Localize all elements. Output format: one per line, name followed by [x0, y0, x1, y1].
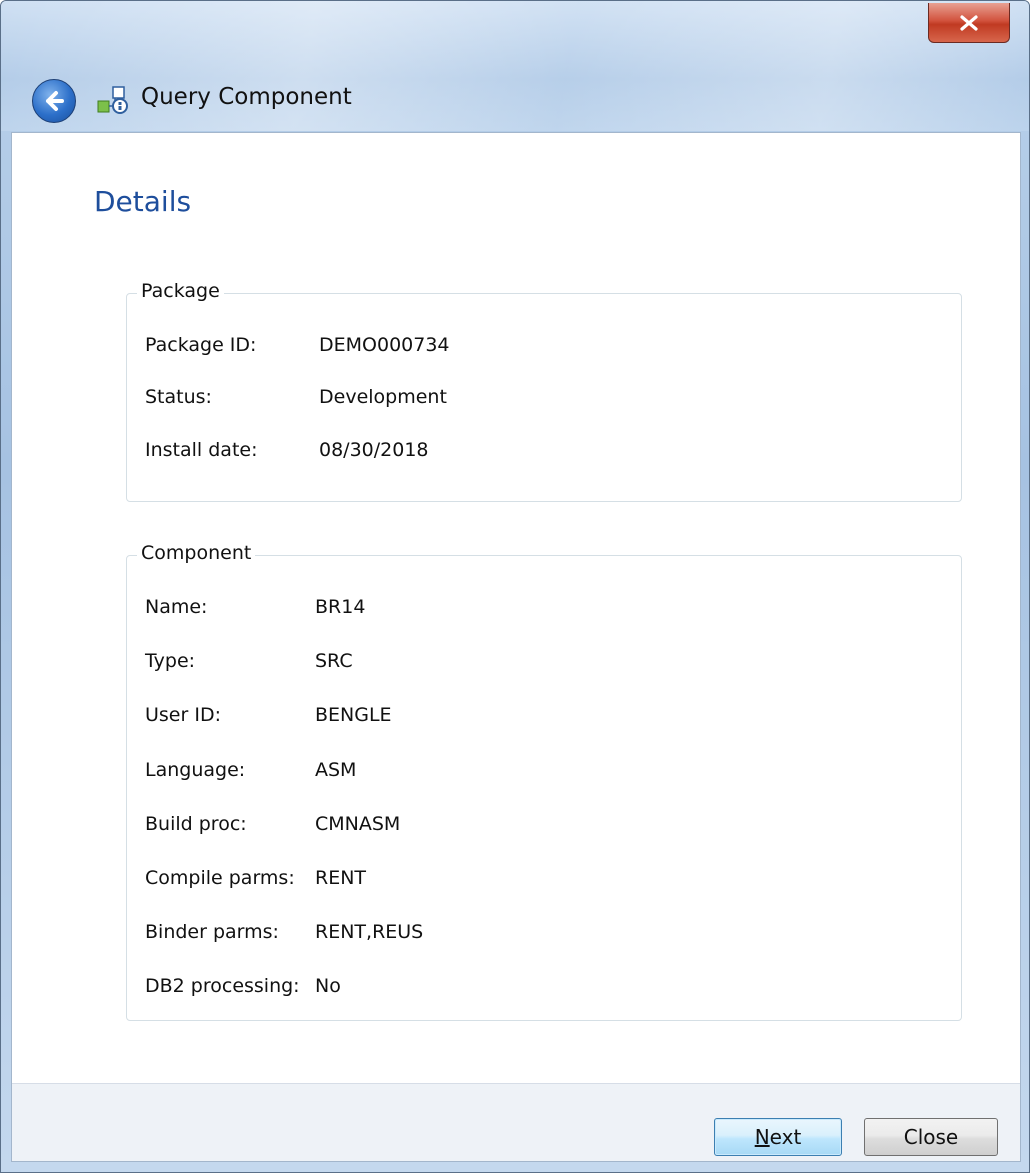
field-value: BR14 [315, 596, 366, 618]
field-value: RENT [315, 867, 367, 889]
back-button[interactable] [32, 79, 76, 123]
component-group-legend: Component [137, 542, 256, 564]
field-label: Binder parms: [145, 921, 279, 943]
field-label: User ID: [145, 704, 221, 726]
field-label: Type: [145, 650, 196, 672]
field-value: 08/30/2018 [319, 439, 429, 461]
field-label: Language: [145, 759, 246, 781]
next-button-label: ext [769, 1125, 802, 1149]
window-close-button[interactable] [928, 3, 1010, 43]
field-label: DB2 processing: [145, 975, 300, 997]
field-label: Install date: [145, 439, 258, 461]
field-label: Name: [145, 596, 208, 618]
field-label: Status: [145, 386, 212, 408]
close-icon [960, 14, 978, 31]
field-label: Compile parms: [145, 867, 295, 889]
field-value: Development [319, 386, 447, 408]
field-value: SRC [315, 650, 353, 672]
button-bar: Next Close [12, 1083, 1020, 1161]
field-value: ASM [315, 759, 357, 781]
next-button-accelerator: N [754, 1125, 770, 1149]
field-value: RENT,REUS [315, 921, 424, 943]
package-group: Package Package ID: DEMO000734 Status: D… [126, 280, 962, 502]
dialog-content: Details Package Package ID: DEMO000734 S… [11, 132, 1021, 1162]
window-title: Query Component [141, 84, 352, 110]
dialog-window: Query Component Details Package Package … [0, 0, 1030, 1173]
close-button[interactable]: Close [864, 1118, 998, 1156]
field-label: Package ID: [145, 334, 257, 356]
field-value: DEMO000734 [319, 334, 450, 356]
field-value: CMNASM [315, 813, 401, 835]
page-title: Details [94, 185, 192, 218]
next-button[interactable]: Next [714, 1118, 842, 1156]
field-label: Build proc: [145, 813, 247, 835]
component-group: Component Name: BR14 Type: SRC User ID: … [126, 542, 962, 1021]
field-value: No [315, 975, 341, 997]
title-bar [1, 1, 1029, 131]
query-component-icon [97, 86, 128, 114]
back-arrow-icon [46, 91, 64, 111]
package-group-legend: Package [137, 280, 224, 302]
field-value: BENGLE [315, 704, 392, 726]
